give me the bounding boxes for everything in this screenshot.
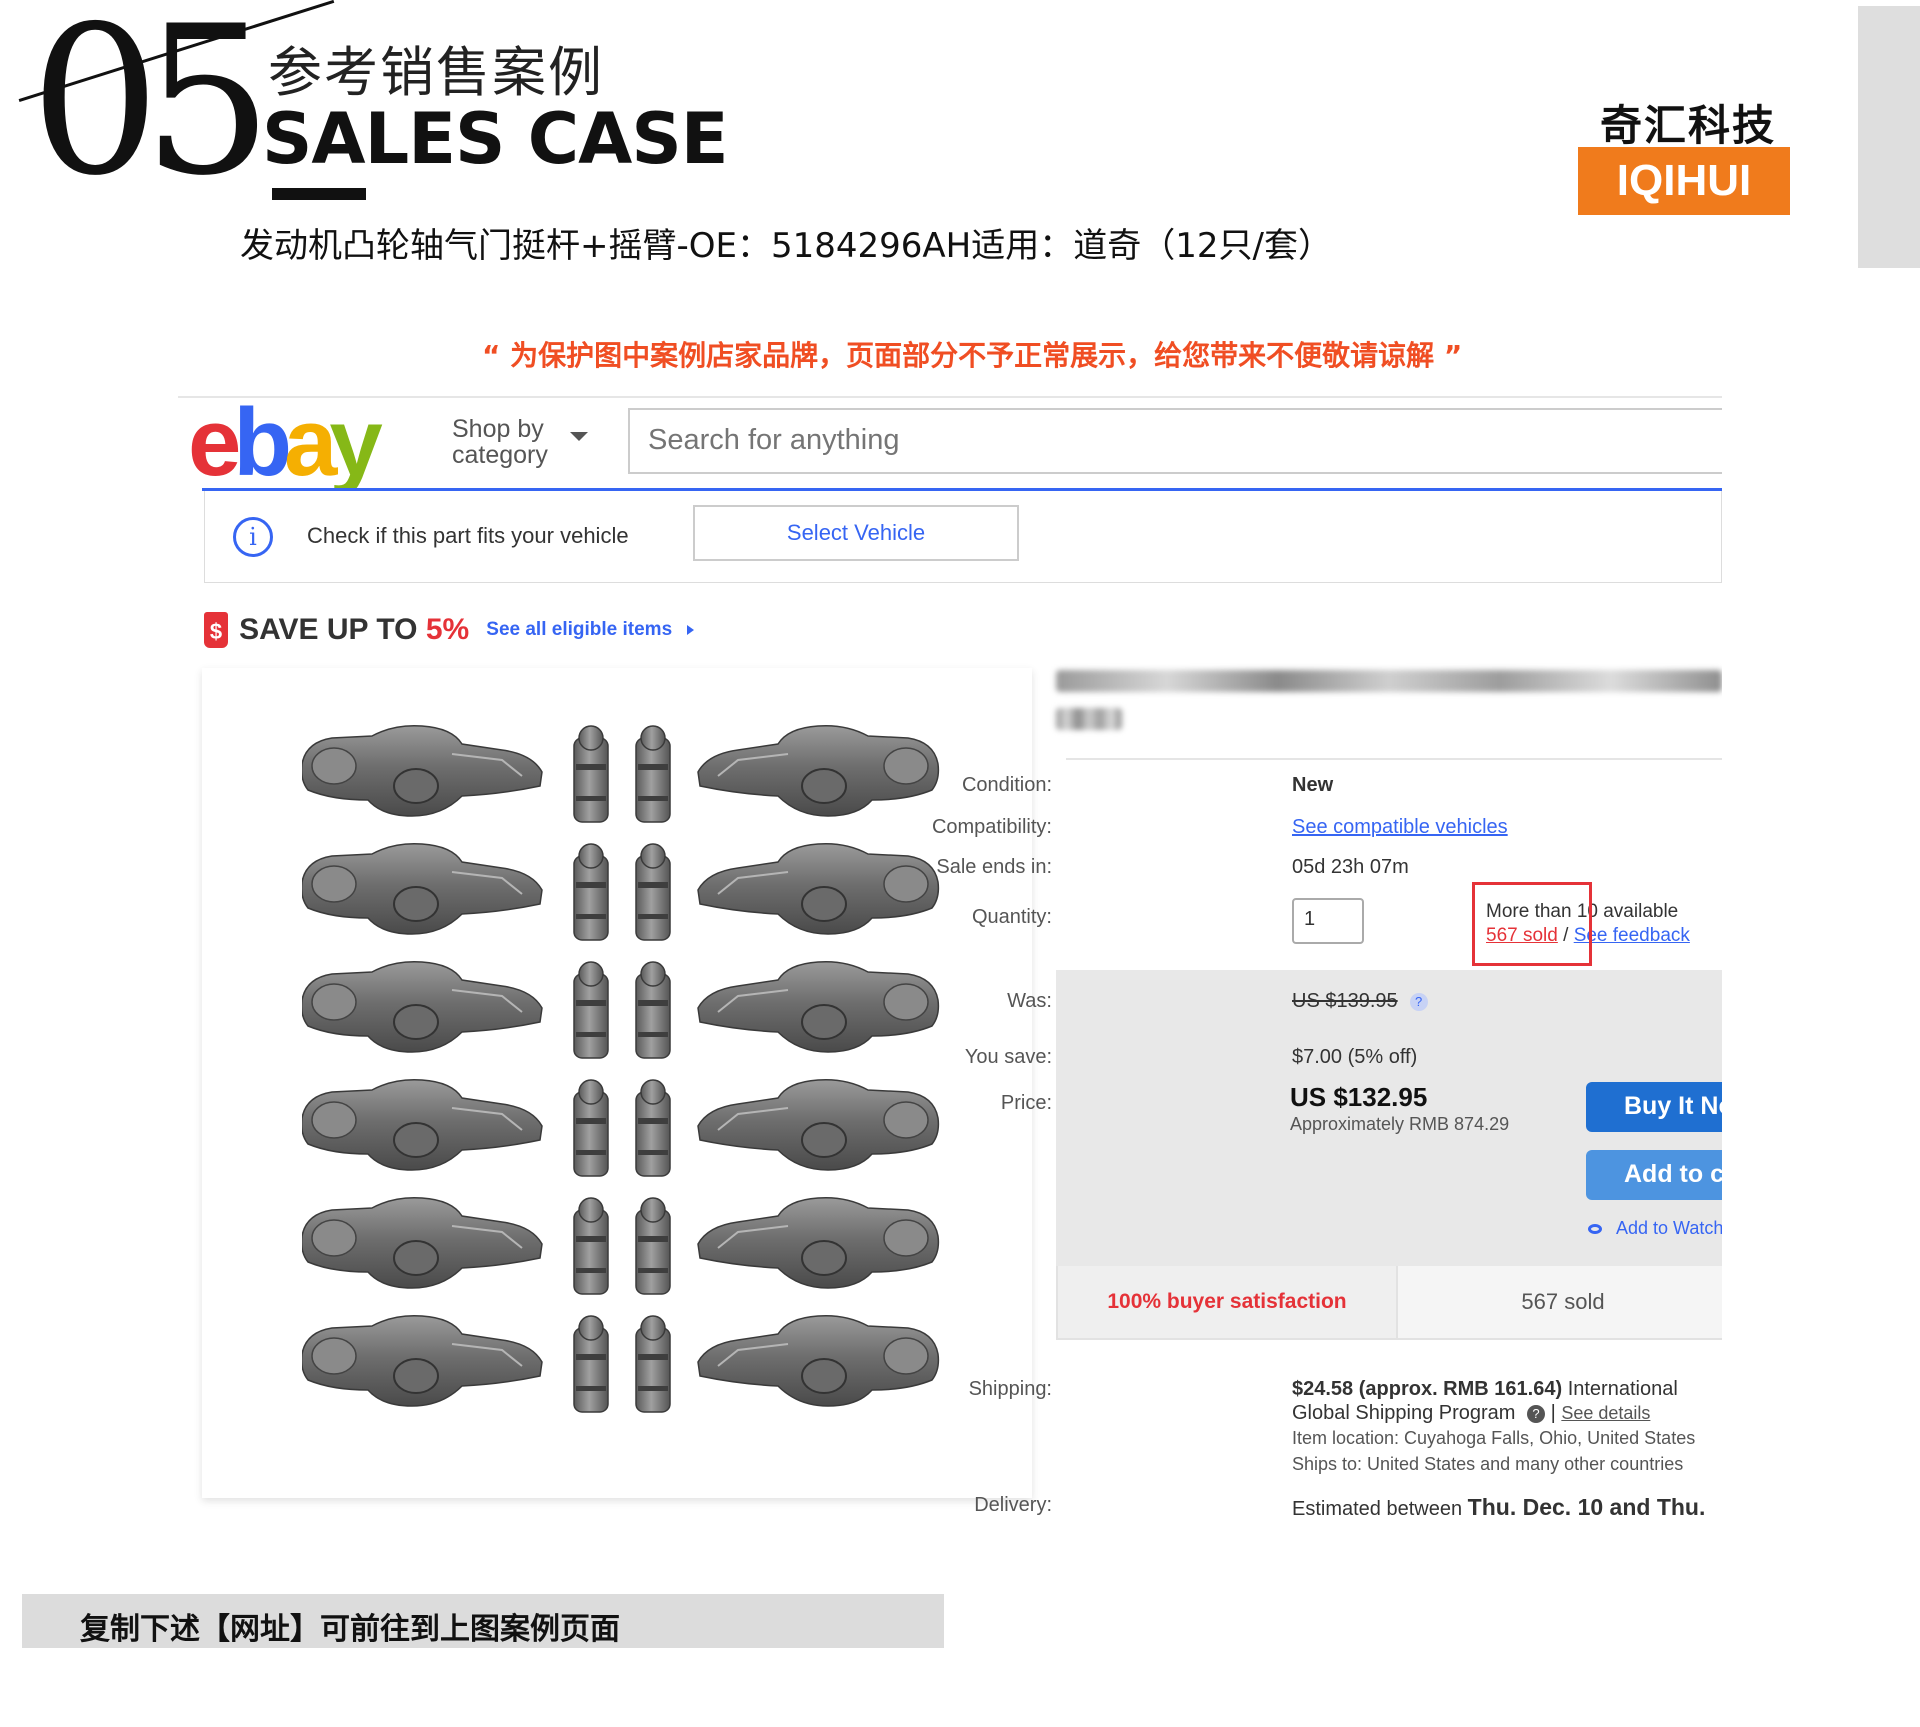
section-title-cn: 参考销售案例 bbox=[268, 41, 604, 104]
you-save-value: $7.00 (5% off) bbox=[1292, 1046, 1418, 1068]
compatible-vehicles-link[interactable]: See compatible vehicles bbox=[1292, 816, 1508, 839]
see-eligible-items-link[interactable]: See all eligible items bbox=[486, 619, 672, 641]
was-price: US $139.95 bbox=[1292, 990, 1398, 1012]
vehicle-fitment-bar: i Check if this part fits your vehicle S… bbox=[204, 491, 1722, 583]
watchlist-label: Add to Watchlist bbox=[1616, 1218, 1722, 1238]
chevron-right-icon bbox=[687, 625, 695, 635]
delivery-label: Delivery: bbox=[974, 1494, 1052, 1516]
condition-value: New bbox=[1292, 774, 1334, 796]
delivery-dates: Thu. Dec. 10 and Thu. bbox=[1467, 1494, 1706, 1518]
save-percent: 5% bbox=[425, 613, 470, 646]
sale-ends-label: Sale ends in: bbox=[936, 856, 1052, 878]
select-vehicle-button[interactable]: Select Vehicle bbox=[693, 505, 1019, 561]
shipping-type: International bbox=[1567, 1378, 1678, 1400]
condition-label: Condition: bbox=[961, 774, 1052, 796]
highlight-box bbox=[1472, 882, 1592, 966]
quantity-label: Quantity: bbox=[971, 906, 1052, 928]
save-label: SAVE UP TO bbox=[239, 613, 426, 646]
price-label: Price: bbox=[1000, 1092, 1052, 1114]
item-location: Item location: Cuyahoga Falls, Ohio, Uni… bbox=[1292, 1428, 1696, 1448]
eye-icon bbox=[1588, 1224, 1602, 1235]
ships-to: Ships to: United States and many other c… bbox=[1292, 1454, 1684, 1474]
add-to-cart-button[interactable]: Add to cart bbox=[1586, 1150, 1722, 1200]
section-number: 05 bbox=[30, 0, 273, 221]
seller-stats-bar: 100% buyer satisfaction 567 sold bbox=[1056, 1266, 1722, 1340]
product-title: 发动机凸轮轴气门挺杆+摇臂-OE：5184296AH适用：道奇（12只/套） bbox=[240, 226, 1332, 266]
blur-line bbox=[1056, 708, 1122, 730]
buy-it-now-button[interactable]: Buy It Now bbox=[1586, 1082, 1722, 1132]
search-input[interactable]: Search for anything bbox=[628, 408, 1722, 474]
brand-name-en: IQIHUI bbox=[1578, 147, 1790, 215]
info-icon: i bbox=[233, 517, 273, 557]
sold-count: 567 sold bbox=[1398, 1266, 1722, 1338]
question-icon[interactable]: ? bbox=[1527, 1404, 1546, 1423]
shop-by-category-button[interactable]: Shop by category bbox=[452, 416, 548, 468]
shipping-program: Global Shipping Program bbox=[1292, 1402, 1516, 1424]
was-price-row: US $139.95? bbox=[1292, 990, 1428, 1013]
blur-line bbox=[1056, 670, 1722, 692]
footer-bar: 复制下述【网址】可前往到上图案例页面 bbox=[22, 1594, 944, 1648]
save-text: SAVE UP TO 5% bbox=[239, 613, 469, 647]
logo-letter-b: b bbox=[233, 396, 292, 496]
shipping-program-row: Global Shipping Program ? | See details bbox=[1292, 1402, 1651, 1424]
search-placeholder: Search for anything bbox=[648, 424, 900, 456]
logo-letter-y: y bbox=[329, 396, 382, 496]
section-title-en: SALES CASE bbox=[262, 98, 729, 180]
buyer-satisfaction: 100% buyer satisfaction bbox=[1058, 1266, 1398, 1338]
ebay-listing-screenshot: ebay Shop by category Search for anythin… bbox=[178, 396, 1722, 1518]
price-value: US $132.95 bbox=[1290, 1082, 1428, 1112]
add-to-watchlist-link[interactable]: Add to Watchlist bbox=[1588, 1218, 1722, 1239]
logo-letter-a: a bbox=[284, 396, 337, 496]
title-underline bbox=[272, 188, 366, 200]
logo-letter-e: e bbox=[188, 396, 241, 496]
ebay-logo[interactable]: ebay bbox=[188, 396, 383, 498]
save-banner: $ SAVE UP TO 5% See all eligible items bbox=[204, 612, 695, 652]
shipping-row: $24.58 (approx. RMB 161.64) Internationa… bbox=[1292, 1378, 1678, 1401]
compatibility-label: Compatibility: bbox=[931, 816, 1052, 838]
privacy-notice: “ 为保护图中案例店家品牌，页面部分不予正常展示，给您带来不便敬请谅解 ” bbox=[482, 339, 1463, 372]
delivery-row: Estimated between Thu. Dec. 10 and Thu. bbox=[1292, 1494, 1705, 1518]
top-border bbox=[178, 396, 1722, 398]
sale-ends-value: 05d 23h 07m bbox=[1292, 856, 1409, 878]
side-decoration bbox=[1858, 6, 1920, 268]
vehicle-check-text: Check if this part fits your vehicle bbox=[307, 523, 629, 548]
price-tag-icon: $ bbox=[204, 612, 228, 648]
category-label: category bbox=[452, 441, 548, 469]
you-save-label: You save: bbox=[964, 1046, 1052, 1068]
approx-price: Approximately RMB 874.29 bbox=[1290, 1114, 1510, 1134]
shipping-label: Shipping: bbox=[968, 1378, 1052, 1400]
parts-row bbox=[302, 1196, 938, 1295]
delivery-text: Estimated between bbox=[1292, 1498, 1463, 1518]
shop-by-label: Shop by bbox=[452, 415, 544, 443]
help-icon[interactable]: ? bbox=[1409, 992, 1428, 1011]
footer-text: 复制下述【网址】可前往到上图案例页面 bbox=[80, 1612, 620, 1647]
was-label: Was: bbox=[1007, 990, 1052, 1012]
title-separator bbox=[1066, 758, 1722, 760]
blurred-listing-title bbox=[1056, 670, 1722, 770]
shipping-cost: $24.58 (approx. RMB 161.64) bbox=[1292, 1378, 1563, 1400]
quantity-input[interactable]: 1 bbox=[1292, 898, 1364, 944]
brand-name-cn: 奇汇科技 bbox=[1600, 101, 1777, 150]
see-details-link[interactable]: See details bbox=[1561, 1403, 1650, 1423]
chevron-down-icon[interactable] bbox=[570, 432, 588, 441]
